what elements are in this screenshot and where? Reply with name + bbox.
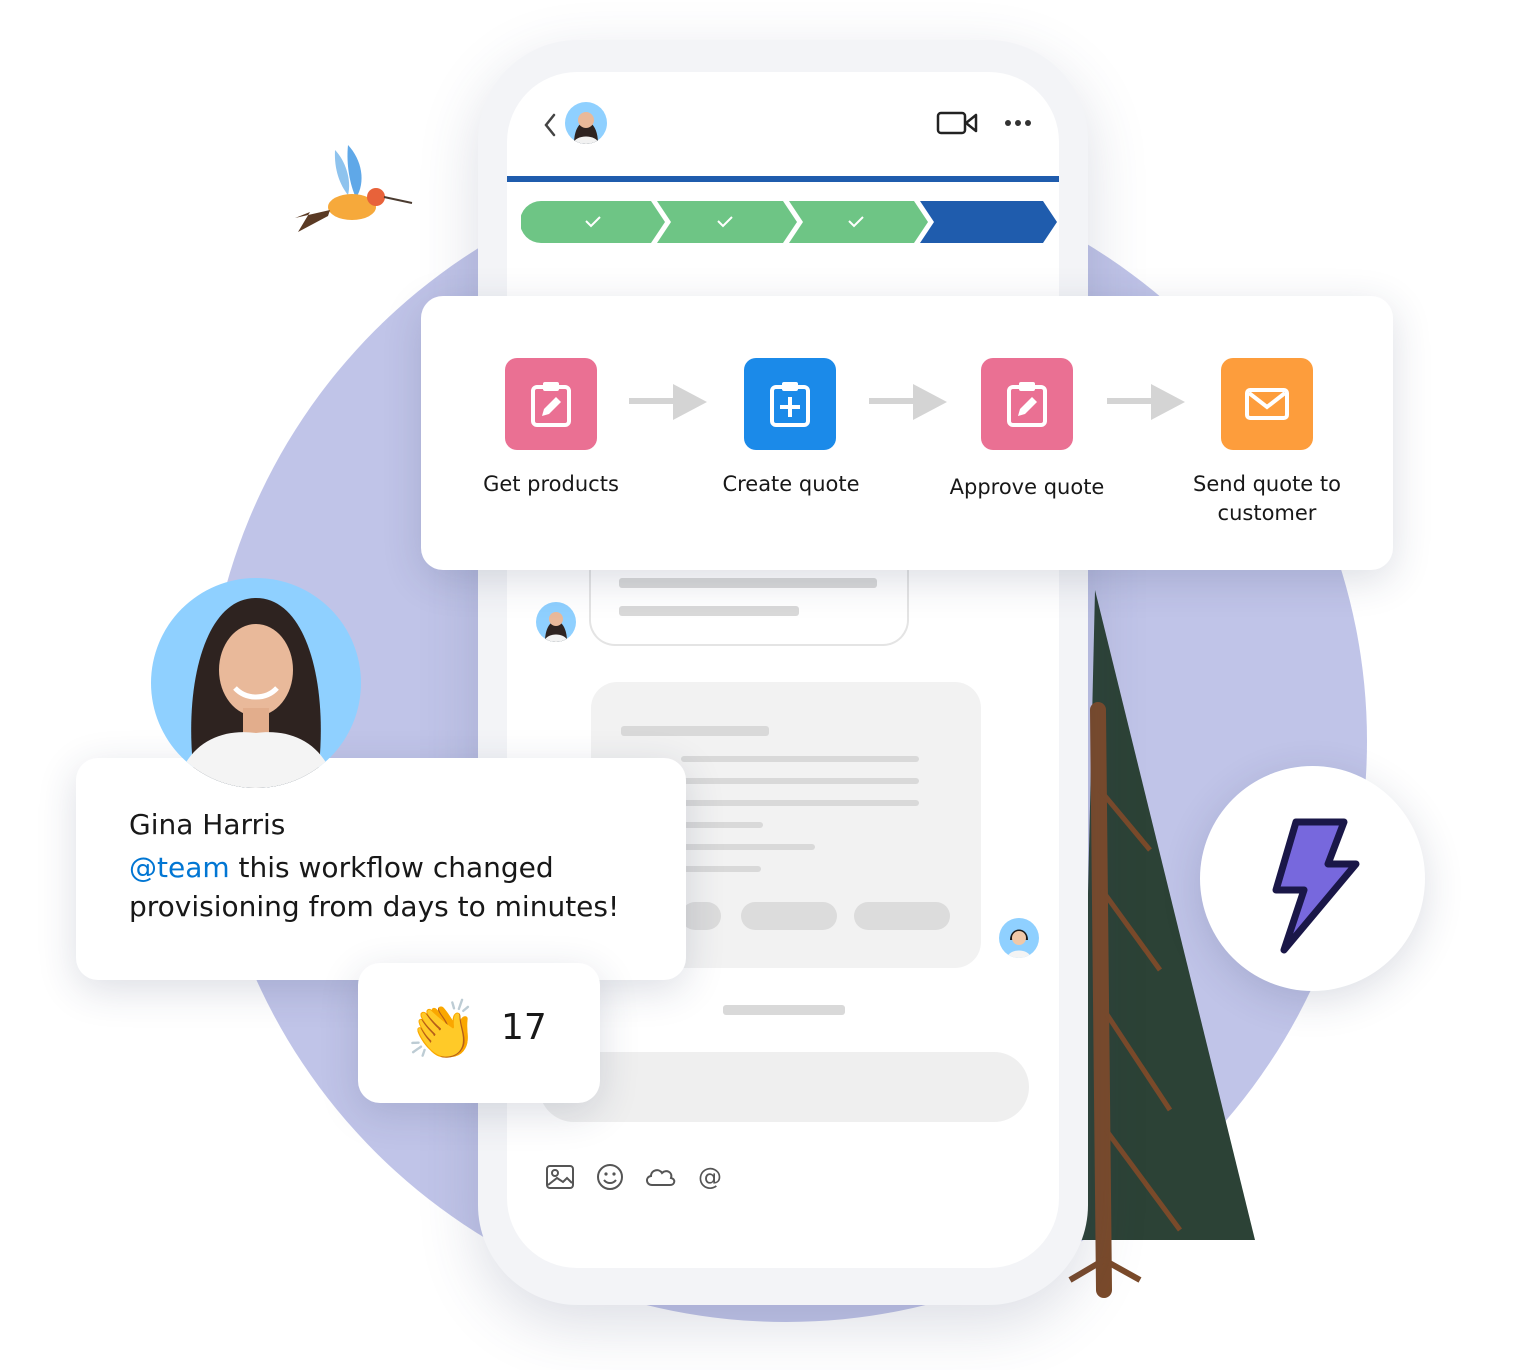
get-products-label: Get products (483, 472, 619, 496)
placeholder-line (681, 866, 761, 872)
progress-step-4 (920, 201, 1057, 243)
arrow-icon (1107, 384, 1185, 420)
progress-step-1 (521, 201, 665, 243)
placeholder-line (681, 822, 763, 828)
arrow-icon (869, 384, 947, 420)
avatar-person-icon (1007, 929, 1031, 958)
placeholder-line (723, 1005, 845, 1015)
message-avatar (536, 602, 576, 642)
comment-card: Gina Harris @team this workflow changed … (76, 758, 686, 980)
approve-quote-label: Approve quote (949, 475, 1105, 499)
at-mention-icon: @ (698, 1163, 722, 1191)
placeholder-line (619, 606, 799, 616)
clipboard-edit-icon (1007, 382, 1047, 427)
get-products-step[interactable] (505, 358, 597, 450)
chevron-left-icon (544, 113, 556, 137)
reaction-card[interactable]: 👏 17 (358, 963, 600, 1103)
back-button[interactable] (533, 108, 567, 142)
send-quote-label: Send quote to customer (1193, 472, 1341, 525)
placeholder-line (681, 756, 919, 762)
mention-link[interactable]: @team (129, 851, 230, 884)
workflow-card: Get products Create quote Approve quote … (421, 296, 1393, 570)
more-dots-icon (1005, 120, 1031, 126)
placeholder-line (621, 726, 769, 736)
insert-image-button[interactable] (543, 1160, 577, 1194)
comment-author: Gina Harris (129, 808, 286, 841)
avatar-person-icon (573, 112, 599, 144)
image-icon (546, 1165, 574, 1189)
avatar-person-icon (544, 612, 568, 642)
lightning-badge (1200, 766, 1425, 991)
placeholder-line (681, 844, 815, 850)
placeholder-pill (681, 902, 721, 930)
emoji-icon (597, 1164, 623, 1190)
placeholder-pill (854, 902, 950, 930)
reaction-count: 17 (501, 1007, 547, 1048)
create-quote-label: Create quote (722, 472, 860, 496)
clipboard-edit-icon (531, 382, 571, 427)
placeholder-line (681, 778, 919, 784)
header-avatar[interactable] (565, 102, 607, 144)
message-avatar (999, 918, 1039, 958)
video-camera-icon (936, 111, 978, 135)
cloud-icon (646, 1169, 676, 1186)
header-rule (507, 176, 1059, 182)
approve-quote-step[interactable] (981, 358, 1073, 450)
video-call-button[interactable] (935, 106, 979, 140)
clipboard-add-icon (770, 382, 810, 427)
comment-body: @team this workflow changed provisioning… (129, 848, 659, 926)
more-options-button[interactable] (1001, 106, 1035, 140)
insert-emoji-button[interactable] (593, 1160, 627, 1194)
progress-path (521, 201, 1057, 243)
placeholder-line (681, 800, 919, 806)
placeholder-line (619, 578, 877, 588)
author-avatar (151, 578, 361, 788)
message-input[interactable] (539, 1052, 1029, 1122)
lightning-bolt-icon (1272, 818, 1360, 954)
insert-cloud-button[interactable] (643, 1160, 677, 1194)
envelope-icon (1245, 388, 1289, 420)
send-quote-step[interactable] (1221, 358, 1313, 450)
arrow-icon (629, 384, 707, 420)
avatar-person-icon (176, 598, 336, 788)
mention-button[interactable]: @ (693, 1160, 727, 1194)
hummingbird-illustration (295, 145, 413, 232)
placeholder-pill (741, 902, 837, 930)
create-quote-step[interactable] (744, 358, 836, 450)
clapping-hands-icon: 👏 (406, 996, 479, 1064)
